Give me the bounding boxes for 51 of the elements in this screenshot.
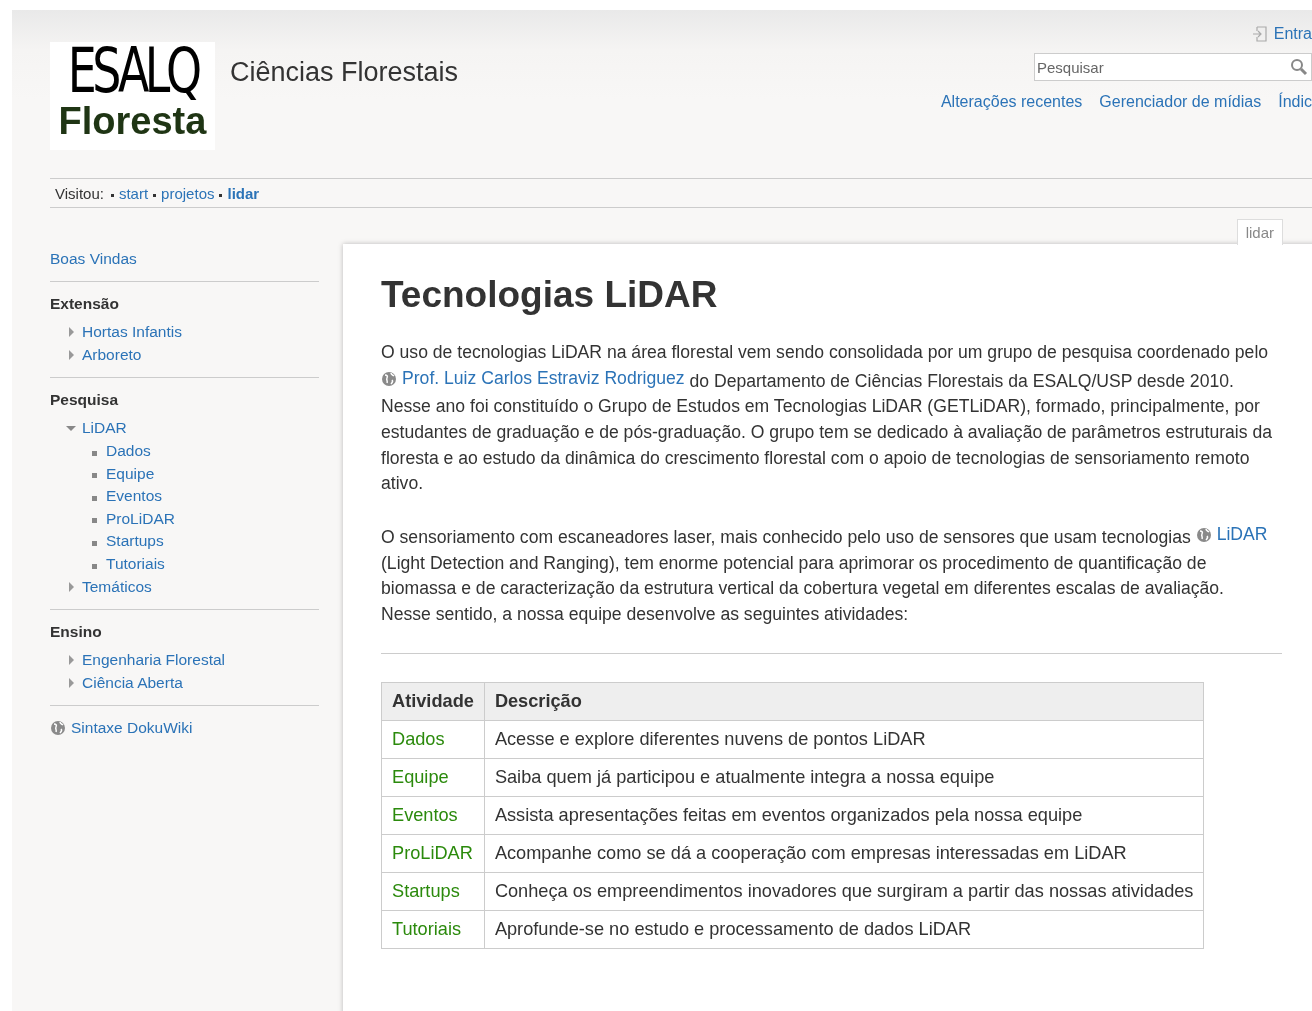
site-tool-link[interactable]: Gerenciador de mídias: [1099, 93, 1262, 111]
breadcrumb-link[interactable]: start: [118, 184, 149, 202]
sidebar-link[interactable]: Temáticos: [82, 577, 152, 596]
sidebar-heading: Pesquisa: [50, 391, 120, 410]
sidebar-link[interactable]: Sintaxe DokuWiki: [50, 719, 193, 738]
site-tool-link[interactable]: Índic: [1278, 93, 1312, 111]
sidebar-link[interactable]: Eventos: [106, 487, 162, 506]
sidebar-heading: Extensão: [50, 295, 120, 313]
paragraph: O sensoriamento com escaneadores laser, mais conhecido pelo uso de sensores que usam tecnologias LiDAR (Light Detection and Ranging), tem enorme potencial para aprimorar os procedimento de quantificação de biomassa e de caracterização da estrutura vertical da cobertura vegetal em diferentes escalas de avaliação. Nesse sentido, a nossa equipe desenvolve as seguintes atividades:: [381, 522, 1269, 626]
page-heading: Tecnologias LiDAR: [381, 274, 719, 316]
bullet-icon: [92, 540, 97, 546]
sidebar-heading: Ensino: [50, 622, 103, 641]
sidebar-link[interactable]: Ciência Aberta: [82, 673, 183, 692]
column-header: Atividade: [381, 682, 485, 721]
sidebar-link[interactable]: Dados: [106, 442, 151, 461]
table-cell: Saiba quem já participou e atualmente integra a nossa equipe: [494, 766, 995, 787]
table-cell: Acompanhe como se dá a cooperação com empresas interessadas em LiDAR: [494, 842, 1127, 863]
login-icon: [1251, 25, 1268, 43]
bullet-icon: [92, 563, 97, 569]
sidebar-link[interactable]: Arboreto: [82, 345, 142, 364]
bullet-icon: [92, 450, 97, 456]
bullet-icon: [92, 518, 97, 524]
breadcrumb-link[interactable]: lidar: [227, 184, 260, 202]
breadcrumb-link[interactable]: projetos: [161, 184, 215, 202]
sidebar-link[interactable]: Boas Vindas: [50, 250, 137, 281]
bullet-icon: [92, 473, 97, 479]
column-header: Descrição: [484, 682, 1204, 721]
sidebar-link[interactable]: Tutoriais: [106, 555, 165, 574]
site-tool-link[interactable]: Alterações recentes: [940, 93, 1083, 111]
bullet-icon: [92, 495, 97, 501]
login-link[interactable]: Entra: [1251, 25, 1312, 43]
search-field[interactable]: Pesquisar: [1034, 53, 1312, 81]
external-link[interactable]: Prof. Luiz Carlos Estraviz Rodriguez: [381, 365, 685, 392]
table-cell: Aprofunde-se no estudo e processamento de dados LiDAR: [494, 918, 972, 939]
sidebar-link[interactable]: ProLiDAR: [106, 509, 175, 528]
site-logo[interactable]: ESALQ Floresta: [50, 42, 215, 150]
paragraph: O uso de tecnologias LiDAR na área florestal vem sendo consolidada por um grupo de pesquisa coordenado pelo Prof. Luiz Carlos Estraviz Rodriguez do Departamento de Ciências Florestais da ESALQ/USP desde 2010. Nesse ano foi constituído o Grupo de Estudos em Tecnologias LiDAR (GETLiDAR), formado, principalmente, por estudantes de graduação e de pós-graduação. O grupo tem se dedicado à avaliação de parâmetros estruturais da floresta e ao estudo da dinâmica do crescimento florestal com o apoio de tecnologias de sensoriamento remoto ativo.: [381, 341, 1273, 496]
sidebar-link[interactable]: LiDAR: [82, 419, 127, 438]
breadcrumb-label: Visitou:: [55, 184, 104, 202]
sidebar-link[interactable]: Startups: [106, 532, 164, 551]
table-cell: Acesse e explore diferentes nuvens de pontos LiDAR: [494, 728, 926, 749]
table-cell: Conheça os empreendimentos inovadores que surgiram a partir das nossas atividades: [494, 880, 1194, 901]
globe-icon: [50, 720, 66, 737]
globe-icon: [381, 370, 397, 387]
sidebar-link[interactable]: Hortas Infantis: [82, 323, 182, 342]
site-title[interactable]: Ciências Florestais: [230, 57, 459, 88]
external-link[interactable]: LiDAR: [1195, 522, 1268, 548]
globe-icon: [1195, 526, 1212, 543]
sidebar-link[interactable]: Equipe: [106, 464, 155, 483]
table-cell: Assista apresentações feitas em eventos organizados pela nossa equipe: [494, 804, 1083, 825]
sidebar-link[interactable]: Engenharia Florestal: [82, 651, 226, 670]
